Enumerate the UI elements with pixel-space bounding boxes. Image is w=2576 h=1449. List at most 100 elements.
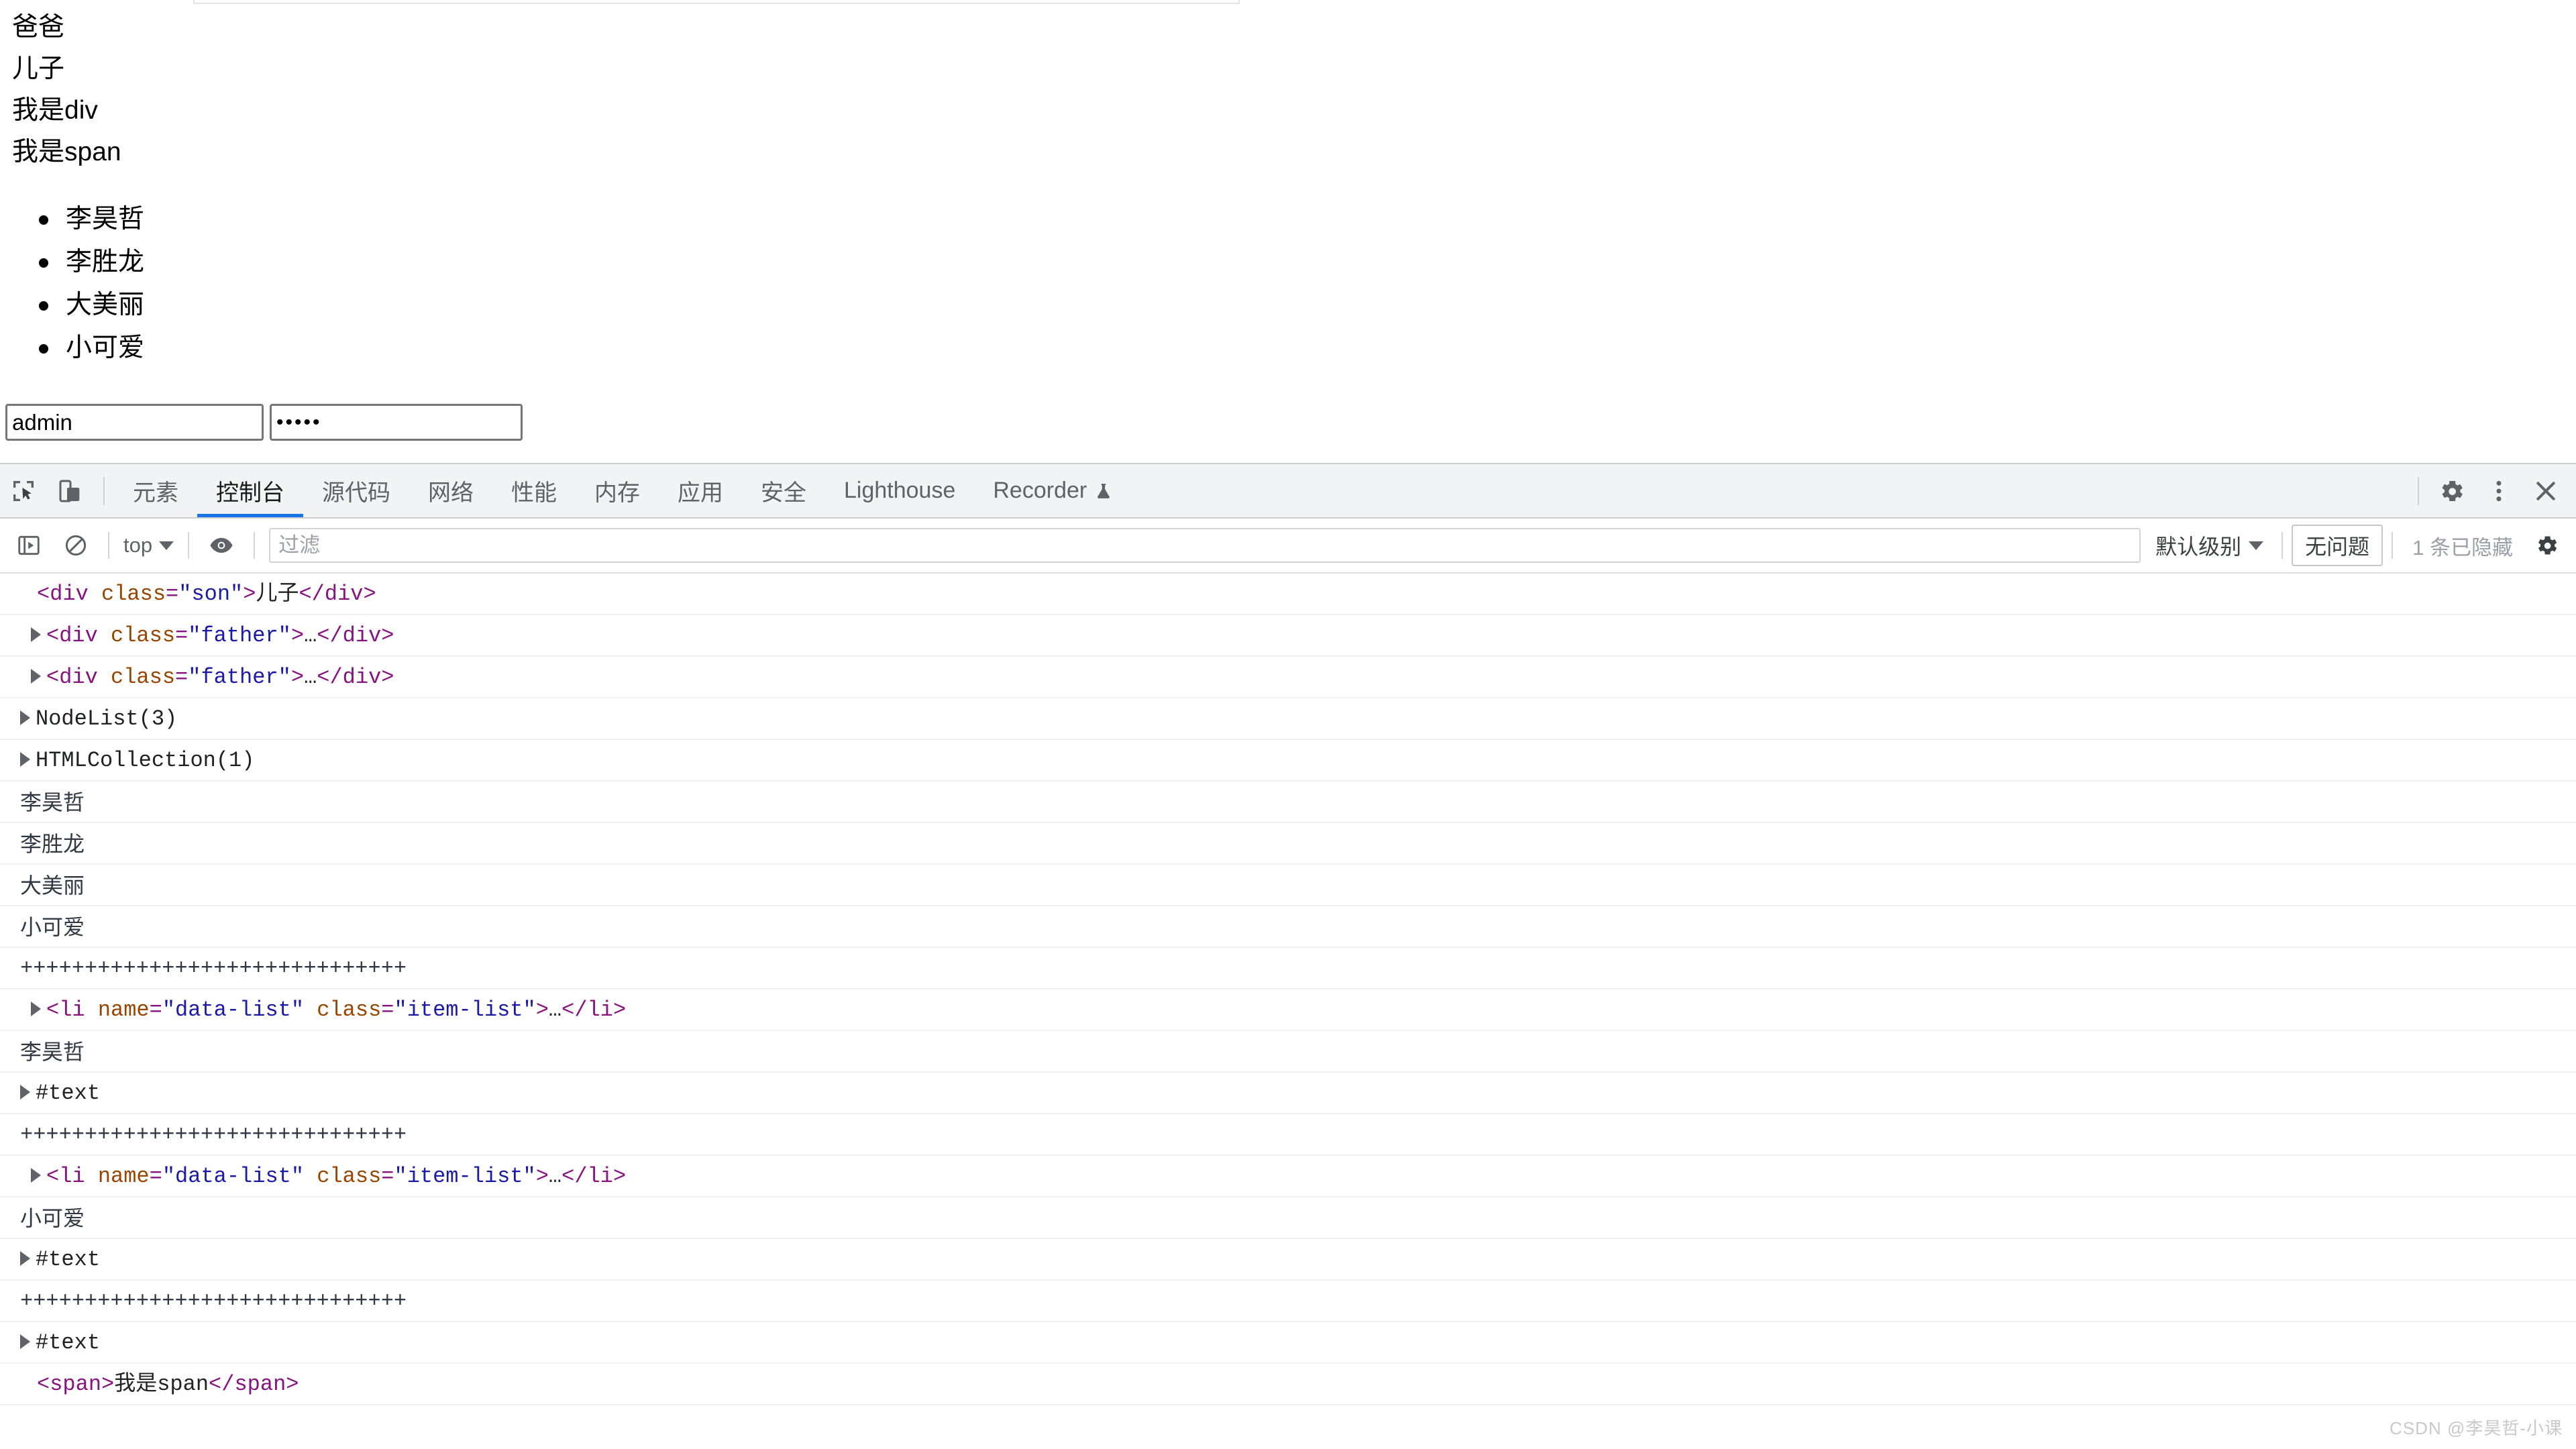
expand-arrow-icon[interactable] bbox=[31, 1167, 41, 1183]
expand-arrow-icon[interactable] bbox=[31, 1001, 41, 1016]
console-token-attr: name bbox=[97, 998, 150, 1022]
gear-icon[interactable] bbox=[2524, 522, 2571, 569]
inspect-element-icon[interactable] bbox=[0, 468, 47, 515]
list-item-label: 小可爱 bbox=[66, 333, 145, 362]
console-row-html[interactable]: <li name="data-list" class="item-list">…… bbox=[0, 989, 2576, 1031]
console-row-object[interactable]: #text bbox=[0, 1322, 2576, 1364]
tab-lighthouse[interactable]: Lighthouse bbox=[825, 464, 974, 517]
console-row-label: #text bbox=[36, 1330, 101, 1355]
console-row-separator[interactable]: ++++++++++++++++++++++++++++++ bbox=[0, 1114, 2576, 1156]
list-item-label: 李昊哲 bbox=[66, 205, 145, 233]
console-row-object[interactable]: #text bbox=[0, 1073, 2576, 1114]
console-token-val: "father" bbox=[188, 623, 291, 648]
bullet-icon bbox=[39, 301, 48, 311]
tab-performance[interactable]: 性能 bbox=[492, 464, 576, 517]
console-token-txt: … bbox=[304, 623, 317, 648]
console-row-object[interactable]: NodeList(3) bbox=[0, 698, 2576, 740]
console-token-val: "item-list" bbox=[394, 998, 536, 1022]
console-row-html[interactable]: <div class="father">…</div> bbox=[0, 615, 2576, 657]
console-filter-input[interactable] bbox=[269, 528, 2141, 563]
page-line-son: 儿子 bbox=[12, 54, 65, 83]
console-token-tag: </div> bbox=[317, 665, 394, 690]
username-input[interactable] bbox=[5, 404, 264, 441]
console-row-text[interactable]: 小可爱 bbox=[0, 1197, 2576, 1239]
console-row-label: #text bbox=[36, 1081, 101, 1106]
expand-arrow-icon[interactable] bbox=[20, 751, 30, 767]
watermark: CSDN @李昊哲-小课 bbox=[2390, 1418, 2563, 1438]
console-row-object[interactable]: HTMLCollection(1) bbox=[0, 740, 2576, 782]
toolbar-divider bbox=[2392, 532, 2394, 559]
console-row-label: 小可爱 bbox=[20, 1206, 85, 1230]
kebab-menu-icon[interactable] bbox=[2475, 468, 2522, 515]
flask-icon bbox=[1095, 481, 1112, 501]
console-row-label: 李昊哲 bbox=[20, 790, 85, 814]
tab-elements[interactable]: 元素 bbox=[114, 464, 197, 517]
console-row-label: 大美丽 bbox=[20, 873, 85, 898]
clear-console-icon[interactable] bbox=[52, 522, 99, 569]
console-token-val: "father" bbox=[188, 665, 291, 690]
console-row-text[interactable]: 小可爱 bbox=[0, 906, 2576, 948]
gear-icon[interactable] bbox=[2428, 468, 2475, 515]
expand-arrow-icon[interactable] bbox=[31, 627, 41, 642]
tab-sources[interactable]: 源代码 bbox=[303, 464, 409, 517]
console-token-val: "data-list" bbox=[162, 998, 305, 1022]
devtools-tabbar-actions bbox=[2408, 464, 2569, 517]
console-token-tag: </li> bbox=[561, 998, 627, 1022]
toolbar-divider bbox=[2418, 476, 2419, 505]
live-expression-icon[interactable] bbox=[198, 522, 245, 569]
console-token-tag bbox=[304, 1164, 317, 1189]
tab-recorder[interactable]: Recorder bbox=[974, 464, 1131, 517]
console-token-tag: > bbox=[535, 1164, 549, 1189]
console-token-val: "item-list" bbox=[394, 1164, 536, 1189]
console-row-text[interactable]: 李胜龙 bbox=[0, 823, 2576, 865]
tab-network[interactable]: 网络 bbox=[409, 464, 492, 517]
console-sidebar-icon[interactable] bbox=[5, 522, 52, 569]
page-text-block: 爸爸 儿子 我是div 我是span bbox=[12, 7, 1354, 173]
expand-arrow-icon[interactable] bbox=[20, 1084, 30, 1099]
console-row-separator[interactable]: ++++++++++++++++++++++++++++++ bbox=[0, 948, 2576, 989]
console-token-attr: class bbox=[111, 623, 176, 648]
execution-context-selector[interactable]: top bbox=[118, 533, 179, 557]
console-token-tag: <li bbox=[46, 998, 98, 1022]
console-token-tag: = bbox=[166, 582, 179, 606]
console-row-html[interactable]: <span>我是span</span> bbox=[0, 1364, 2576, 1405]
devtools-tabbar: 元素 控制台 源代码 网络 性能 内存 应用 安全 Lighthouse Rec… bbox=[0, 464, 2576, 519]
console-token-tag: = bbox=[149, 998, 162, 1022]
console-token-attr: name bbox=[97, 1164, 150, 1189]
console-row-html[interactable]: <div class="father">…</div> bbox=[0, 657, 2576, 698]
console-token-txt: … bbox=[548, 1164, 562, 1189]
tab-security[interactable]: 安全 bbox=[742, 464, 825, 517]
log-level-selector[interactable]: 默认级别 bbox=[2146, 530, 2273, 561]
device-toolbar-icon[interactable] bbox=[47, 468, 94, 515]
list-item: 小可爱 bbox=[39, 327, 145, 370]
close-icon[interactable] bbox=[2522, 468, 2569, 515]
console-token-tag: > bbox=[535, 998, 549, 1022]
console-token-txt: 我是span bbox=[114, 1372, 209, 1397]
devtools-panel: 元素 控制台 源代码 网络 性能 内存 应用 安全 Lighthouse Rec… bbox=[0, 463, 2576, 1449]
issues-badge[interactable]: 无问题 bbox=[2292, 525, 2383, 566]
expand-arrow-icon[interactable] bbox=[31, 668, 41, 684]
console-token-tag: <li bbox=[46, 1164, 98, 1189]
console-row-label: 李胜龙 bbox=[20, 832, 85, 856]
console-token-tag: </div> bbox=[299, 582, 376, 606]
console-token-tag: = bbox=[149, 1164, 162, 1189]
bullet-icon bbox=[39, 215, 48, 225]
console-row-html[interactable]: <li name="data-list" class="item-list">…… bbox=[0, 1156, 2576, 1197]
tab-memory[interactable]: 内存 bbox=[576, 464, 659, 517]
console-row-object[interactable]: #text bbox=[0, 1239, 2576, 1281]
expand-arrow-icon[interactable] bbox=[20, 1250, 30, 1266]
expand-arrow-icon[interactable] bbox=[20, 1334, 30, 1349]
password-input[interactable] bbox=[270, 404, 523, 441]
list-item-label: 李胜龙 bbox=[66, 248, 145, 276]
expand-arrow-icon[interactable] bbox=[20, 710, 30, 725]
console-row-text[interactable]: 李昊哲 bbox=[0, 782, 2576, 823]
console-row-separator[interactable]: ++++++++++++++++++++++++++++++ bbox=[0, 1281, 2576, 1322]
tab-application[interactable]: 应用 bbox=[659, 464, 742, 517]
console-row-text[interactable]: 李昊哲 bbox=[0, 1031, 2576, 1073]
console-message-list[interactable]: <div class="son">儿子</div> <div class="fat… bbox=[0, 574, 2576, 1405]
console-row-text[interactable]: 大美丽 bbox=[0, 865, 2576, 906]
tab-recorder-label: Recorder bbox=[993, 478, 1087, 503]
console-row-html[interactable]: <div class="son">儿子</div> bbox=[0, 574, 2576, 615]
console-token-tag: <div bbox=[46, 665, 111, 690]
tab-console[interactable]: 控制台 bbox=[197, 464, 303, 517]
